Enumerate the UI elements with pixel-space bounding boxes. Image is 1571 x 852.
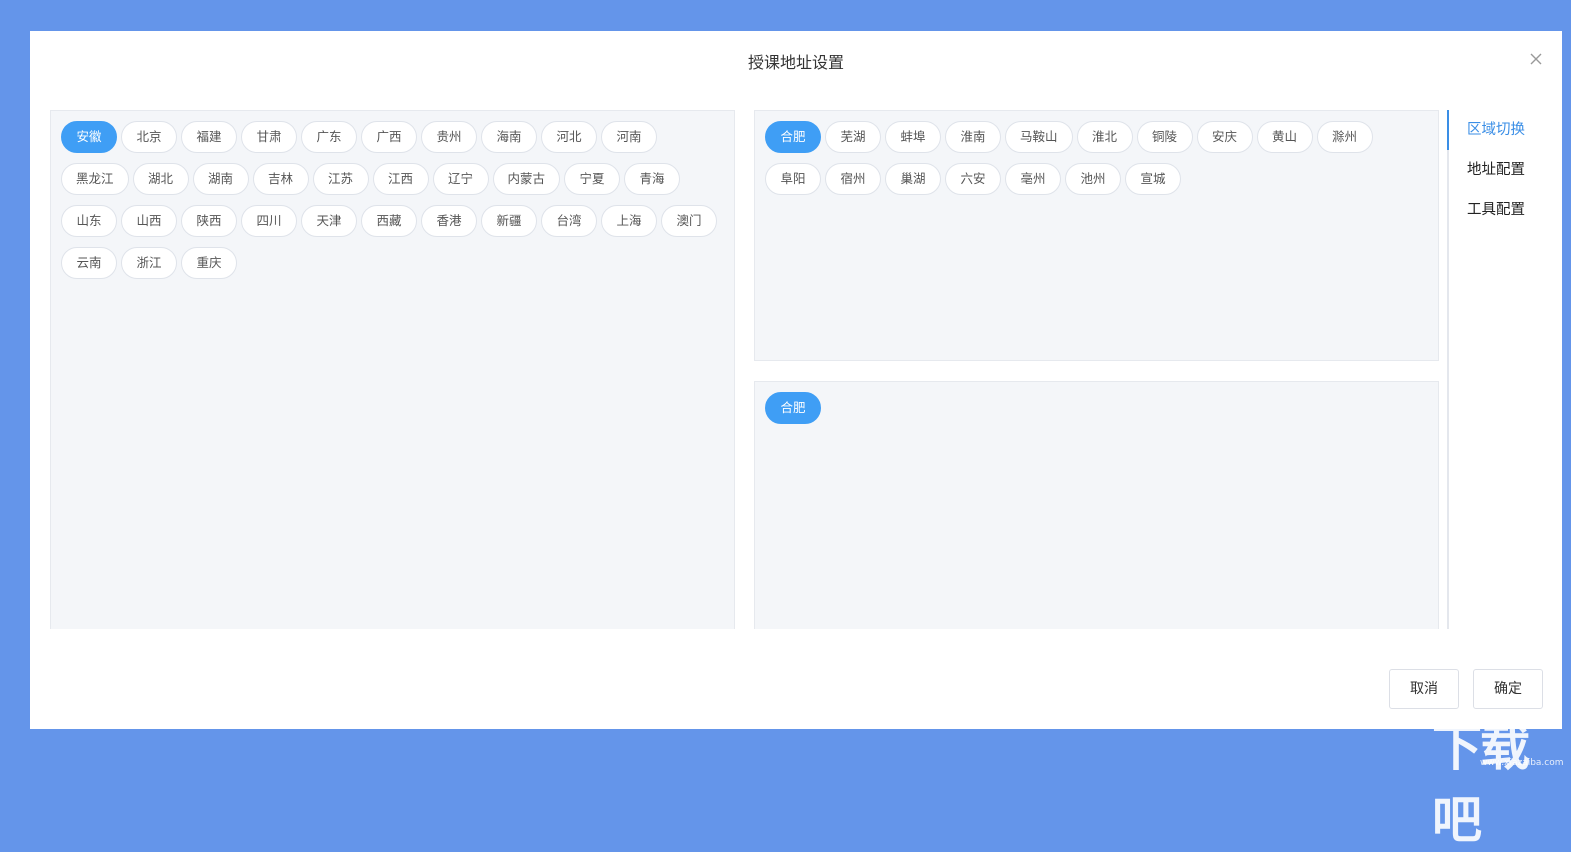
province-tag[interactable]: 澳门 — [661, 205, 717, 237]
province-tag[interactable]: 山东 — [61, 205, 117, 237]
province-tag[interactable]: 江苏 — [312, 163, 369, 195]
city-tag[interactable]: 马鞍山 — [1005, 121, 1073, 153]
province-tag[interactable]: 四川 — [241, 205, 297, 237]
province-tag[interactable]: 黑龙江 — [61, 163, 129, 195]
province-tag[interactable]: 云南 — [61, 247, 117, 279]
province-tag[interactable]: 香港 — [421, 205, 477, 237]
side-nav-item-region-switch[interactable]: 区域切换 — [1447, 110, 1557, 150]
province-tag[interactable]: 西藏 — [361, 205, 417, 237]
side-nav: 区域切换 地址配置 工具配置 — [1447, 110, 1557, 629]
city-tag[interactable]: 蚌埠 — [885, 121, 941, 153]
city-list: 合肥 芜湖 蚌埠 淮南 马鞍山 淮北 铜陵 安庆 黄山 滁州阜阳 宿州 巢湖 六安 亳州 池州 宣城 — [765, 121, 1428, 195]
province-tag[interactable]: 台湾 — [541, 205, 597, 237]
city-tag[interactable]: 淮南 — [945, 121, 1001, 153]
province-tag[interactable]: 河南 — [601, 121, 657, 153]
province-tag[interactable]: 浙江 — [121, 247, 177, 279]
province-tag[interactable]: 海南 — [481, 121, 537, 153]
province-tag[interactable]: 安徽 — [61, 121, 117, 153]
city-panel: 合肥 芜湖 蚌埠 淮南 马鞍山 淮北 铜陵 安庆 黄山 滁州阜阳 宿州 巢湖 六安 亳州 池州 宣城 — [754, 110, 1439, 361]
province-tag[interactable]: 广西 — [361, 121, 417, 153]
confirm-button[interactable]: 确定 — [1473, 669, 1543, 709]
province-tag[interactable]: 湖南 — [192, 163, 249, 195]
city-tag[interactable]: 黄山 — [1256, 121, 1313, 153]
province-tag[interactable]: 福建 — [181, 121, 237, 153]
province-tag[interactable]: 上海 — [601, 205, 657, 237]
watermark-url: www.xiazaiba.com — [1480, 758, 1564, 768]
province-tag[interactable]: 青海 — [624, 163, 681, 195]
province-panel: 安徽 北京 福建 甘肃 广东 广西 贵州 海南 河北 河南黑龙江 湖北 湖南 吉林 江苏 江西 辽宁 内蒙古 宁夏… — [50, 110, 735, 629]
province-tag[interactable]: 河北 — [541, 121, 597, 153]
province-tag[interactable]: 重庆 — [181, 247, 237, 279]
province-tag[interactable]: 新疆 — [481, 205, 537, 237]
province-tag[interactable]: 广东 — [301, 121, 357, 153]
province-tag[interactable]: 天津 — [301, 205, 357, 237]
province-list: 安徽 北京 福建 甘肃 广东 广西 贵州 海南 河北 河南黑龙江 湖北 湖南 吉林 江苏 江西 辽宁 内蒙古 宁夏… — [61, 121, 724, 279]
city-tag[interactable]: 芜湖 — [825, 121, 881, 153]
province-tag[interactable]: 甘肃 — [241, 121, 297, 153]
city-tag[interactable]: 宣城 — [1125, 163, 1181, 195]
city-tag[interactable]: 淮北 — [1076, 121, 1133, 153]
province-tag[interactable]: 北京 — [121, 121, 177, 153]
province-tag[interactable]: 内蒙古 — [492, 163, 561, 195]
city-tag[interactable]: 阜阳 — [765, 163, 821, 195]
city-tag[interactable]: 亳州 — [1005, 163, 1061, 195]
side-nav-item-tool-config[interactable]: 工具配置 — [1449, 190, 1557, 230]
city-tag[interactable]: 宿州 — [825, 163, 881, 195]
city-tag[interactable]: 池州 — [1065, 163, 1121, 195]
province-tag[interactable]: 宁夏 — [564, 163, 621, 195]
city-tag[interactable]: 安庆 — [1196, 121, 1253, 153]
selected-panel: 合肥 — [754, 381, 1439, 629]
close-icon[interactable] — [1528, 51, 1544, 67]
province-tag[interactable]: 山西 — [121, 205, 177, 237]
dialog-title: 授课地址设置 — [747, 53, 844, 72]
address-settings-dialog: 授课地址设置 安徽 北京 福建 甘肃 广东 广西 贵州 海南 河北 河南黑龙江 湖北 湖南 吉林 江苏 江西… — [30, 31, 1562, 729]
selected-city-tag[interactable]: 合肥 — [765, 392, 821, 424]
province-tag[interactable]: 江西 — [372, 163, 429, 195]
cancel-button[interactable]: 取消 — [1389, 669, 1459, 709]
province-tag[interactable]: 吉林 — [252, 163, 309, 195]
city-tag[interactable]: 巢湖 — [885, 163, 941, 195]
side-nav-item-address-config[interactable]: 地址配置 — [1449, 150, 1557, 190]
province-tag[interactable]: 陕西 — [181, 205, 237, 237]
province-tag[interactable]: 湖北 — [132, 163, 189, 195]
province-tag[interactable]: 辽宁 — [432, 163, 489, 195]
city-tag[interactable]: 铜陵 — [1136, 121, 1193, 153]
province-tag[interactable]: 贵州 — [421, 121, 477, 153]
city-tag[interactable]: 滁州 — [1316, 121, 1373, 153]
city-tag[interactable]: 六安 — [945, 163, 1001, 195]
watermark-logo: 下载吧 — [1432, 719, 1530, 849]
city-tag[interactable]: 合肥 — [765, 121, 821, 153]
selected-list: 合肥 — [765, 392, 1428, 424]
